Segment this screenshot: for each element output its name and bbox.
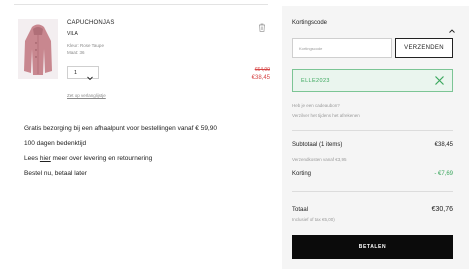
subtotal-label: Subtotaal (1 items): [292, 142, 343, 148]
summary-divider: [292, 130, 453, 131]
cart-top-divider: [14, 4, 268, 5]
sale-price: €38,45: [251, 75, 270, 81]
order-summary-panel: Kortingscode Kortingscode VERZENDEN ELLE…: [282, 6, 469, 269]
product-name[interactable]: CAPUCHONJAS: [67, 20, 115, 26]
gift-card-question: Heb je een cadeaubon?: [292, 103, 340, 108]
discount-label: Korting: [292, 171, 312, 177]
summary-divider: [292, 191, 453, 192]
tax-note: Inclusief of tax €5,00): [292, 217, 335, 222]
subtotal-value: €38,45: [434, 142, 453, 148]
delivery-info-line: Lees hier meer over levering en retourne…: [24, 155, 152, 162]
pay-later-note: Bestel nu, betaal later: [24, 170, 87, 177]
pink-coat-thumbnail-icon: [18, 19, 58, 79]
wishlist-link[interactable]: Zet op verlanglijstje: [67, 93, 106, 98]
quantity-value: 1: [74, 70, 78, 76]
close-icon[interactable]: [433, 74, 446, 92]
product-image[interactable]: [18, 19, 58, 79]
delivery-info-prefix: Lees: [24, 155, 40, 162]
trash-icon[interactable]: [258, 19, 266, 37]
delivery-info-link[interactable]: hier: [40, 155, 51, 162]
free-shipping-note: Gratis bezorging bij een afhaalpunt voor…: [24, 125, 217, 132]
return-period-note: 100 dagen bedenktijd: [24, 140, 87, 147]
product-brand: VILA: [67, 31, 78, 37]
chevron-down-icon: [86, 69, 94, 87]
applied-code-text: ELLE2023: [301, 78, 330, 84]
product-color: Kleur: Rose Taupe: [67, 43, 104, 48]
delivery-info-suffix: meer over levering en retournering: [50, 155, 153, 162]
gift-card-note: Verzilver het tijdens het afrekenen: [292, 113, 360, 118]
product-size: Maat: 36: [67, 50, 85, 55]
quantity-select[interactable]: 1: [67, 66, 99, 81]
total-label: Totaal: [292, 207, 309, 213]
pay-button[interactable]: BETALEN: [292, 235, 453, 259]
chevron-up-icon[interactable]: [448, 21, 456, 39]
total-value: €30,76: [431, 206, 453, 213]
discount-code-input[interactable]: Kortingscode: [292, 38, 392, 58]
discount-code-title[interactable]: Kortingscode: [292, 20, 327, 26]
applied-code-badge: ELLE2023: [292, 69, 453, 92]
shipping-cost-note: Verzendkosten vanaf €3,95: [292, 157, 347, 162]
discount-value: - €7,69: [434, 171, 453, 177]
original-price: €64,99: [254, 67, 270, 73]
submit-discount-button[interactable]: VERZENDEN: [395, 38, 453, 58]
